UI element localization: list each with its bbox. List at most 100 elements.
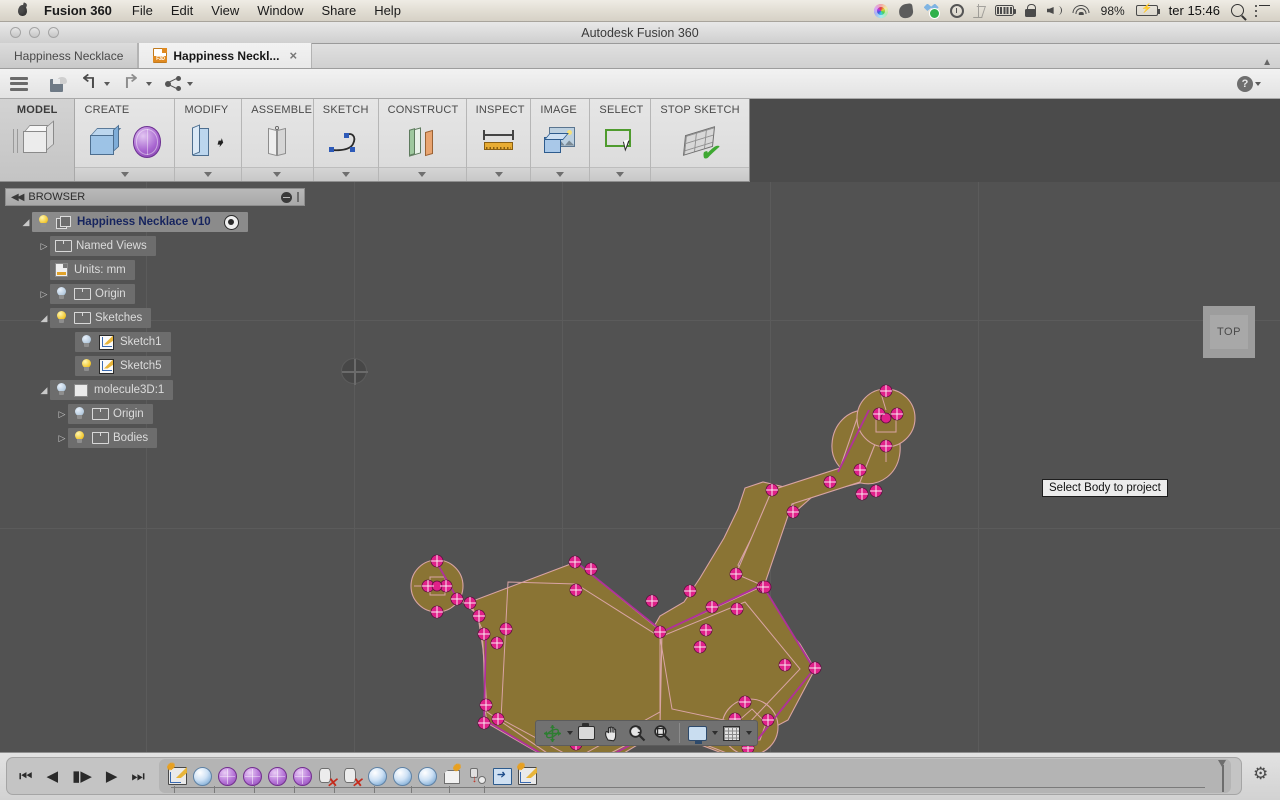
menu-edit[interactable]: Edit <box>171 3 193 18</box>
assemble-dropdown[interactable] <box>242 167 313 181</box>
timeline-feature-extrude-1[interactable] <box>190 763 215 789</box>
timeline-feature-sketch-1[interactable]: ✺ <box>165 763 190 789</box>
create-dropdown[interactable] <box>75 167 175 181</box>
volume-icon[interactable] <box>1047 4 1062 17</box>
step-forward-icon[interactable]: ▮▶ <box>72 769 92 784</box>
modify-dropdown[interactable] <box>175 167 242 181</box>
step-back-icon[interactable]: ◀ <box>47 769 59 784</box>
zoom-window-icon[interactable] <box>650 722 673 744</box>
timeline-marker-icon[interactable] <box>1218 760 1227 792</box>
search-icon[interactable] <box>1231 4 1244 17</box>
redo-arrow-icon[interactable] <box>123 77 140 91</box>
menu-file[interactable]: File <box>132 3 153 18</box>
timemachine-icon[interactable] <box>949 3 964 18</box>
grid-dropdown-icon[interactable] <box>746 731 752 735</box>
canvas-image-icon[interactable] <box>541 123 579 161</box>
menu-app-name[interactable]: Fusion 360 <box>40 3 116 18</box>
expander-icon[interactable]: ▷ <box>38 289 50 300</box>
battery-meter-icon[interactable] <box>994 5 1017 16</box>
tree-item-molecule3d[interactable]: ◢ molecule3D:1 <box>0 378 310 402</box>
visibility-bulb-icon[interactable] <box>55 383 68 397</box>
menu-share[interactable]: Share <box>321 3 356 18</box>
save-cloud-icon[interactable] <box>50 76 67 92</box>
sketch-dropdown[interactable] <box>313 167 378 181</box>
tree-item-named-views[interactable]: ▷ Named Views <box>0 234 310 258</box>
tree-item-molecule-origin[interactable]: ▷ Origin <box>0 402 310 426</box>
go-to-end-icon[interactable]: ⏭ <box>131 769 145 784</box>
panel-resize-grip[interactable] <box>297 192 299 202</box>
tree-item-origin[interactable]: ▷ Origin <box>0 282 310 306</box>
tree-item-sketches[interactable]: ◢ Sketches <box>0 306 310 330</box>
tree-item-sketch1[interactable]: Sketch1 <box>0 330 310 354</box>
orbit-icon[interactable] <box>541 722 564 744</box>
box-icon[interactable] <box>85 123 122 161</box>
expander-icon[interactable]: ◢ <box>38 313 50 324</box>
tab-happiness-necklace-home[interactable]: Happiness Necklace <box>0 43 139 68</box>
orbit-dropdown-icon[interactable] <box>567 731 573 735</box>
visibility-bulb-icon[interactable] <box>73 407 86 421</box>
select-dropdown[interactable] <box>590 167 651 181</box>
workspace-switcher-model[interactable]: MODEL <box>0 99 76 181</box>
spline-icon[interactable] <box>327 123 365 161</box>
image-dropdown[interactable] <box>531 167 590 181</box>
tabstrip-overflow-chevron[interactable]: ▲ <box>1262 57 1280 68</box>
go-to-start-icon[interactable]: ⏮ <box>19 769 33 784</box>
display-dropdown-icon[interactable] <box>712 731 718 735</box>
visibility-bulb-icon[interactable] <box>73 431 86 445</box>
visibility-bulb-icon[interactable] <box>80 335 93 349</box>
timeline-feature-delete-2[interactable]: ✕ <box>340 763 365 789</box>
dropbox-icon[interactable] <box>924 4 940 19</box>
color-wheel-icon[interactable] <box>873 3 888 18</box>
timeline-feature-revolve-1[interactable] <box>215 763 240 789</box>
view-cube[interactable]: TOP <box>1203 306 1255 358</box>
tree-item-sketch5[interactable]: Sketch5 <box>0 354 310 378</box>
select-window-icon[interactable] <box>601 123 639 161</box>
help-icon[interactable]: ? <box>1237 75 1253 92</box>
gear-icon[interactable] <box>1253 764 1270 784</box>
redo-dropdown-icon[interactable] <box>146 81 152 86</box>
menu-help[interactable]: Help <box>374 3 401 18</box>
zoom-icon[interactable] <box>625 722 648 744</box>
activate-target-icon[interactable] <box>223 214 239 230</box>
measure-icon[interactable] <box>480 123 518 161</box>
expander-icon[interactable]: ▷ <box>38 241 50 252</box>
display-settings-icon[interactable] <box>686 722 709 744</box>
timeline-feature-extrude-2[interactable] <box>365 763 390 789</box>
battery-icon[interactable] <box>1135 3 1160 16</box>
lock-icon[interactable] <box>1024 4 1036 17</box>
expander-icon[interactable]: ▷ <box>56 433 68 444</box>
press-pull-icon[interactable]: ➧ <box>189 123 227 161</box>
timeline-feature-combine[interactable]: ✺ <box>440 763 465 789</box>
visibility-bulb-icon[interactable] <box>55 311 68 325</box>
joint-icon[interactable] <box>258 123 296 161</box>
close-icon[interactable]: × <box>289 48 297 63</box>
tab-happiness-necklace-design[interactable]: Happiness Neckl... × <box>138 43 313 68</box>
construction-plane-icon[interactable] <box>403 123 441 161</box>
list-icon[interactable] <box>1255 4 1270 17</box>
bluetooth-icon[interactable] <box>975 3 984 18</box>
visibility-bulb-icon[interactable] <box>80 359 93 373</box>
undo-arrow-icon[interactable] <box>81 77 98 91</box>
help-dropdown-icon[interactable] <box>1255 81 1261 86</box>
hamburger-menu-icon[interactable] <box>10 76 28 91</box>
tree-item-happiness-necklace[interactable]: ◢ Happiness Necklace v10 <box>0 210 310 234</box>
evernote-icon[interactable] <box>897 2 914 19</box>
minimize-icon[interactable] <box>281 191 292 203</box>
expander-icon[interactable]: ◢ <box>38 385 50 396</box>
inspect-dropdown[interactable] <box>466 167 531 181</box>
expander-icon[interactable]: ▷ <box>56 409 68 420</box>
timeline-feature-revolve-2[interactable] <box>240 763 265 789</box>
share-icon[interactable] <box>165 76 181 91</box>
tree-item-bodies[interactable]: ▷ Bodies <box>0 426 310 450</box>
menu-view[interactable]: View <box>211 3 239 18</box>
sphere-icon[interactable] <box>132 125 162 158</box>
play-icon[interactable]: ▶ <box>106 769 118 784</box>
timeline-track[interactable]: ✺ ✕ ✕ ✺ ↓ ✺ <box>158 759 1231 793</box>
expander-icon[interactable]: ◢ <box>20 217 32 228</box>
apple-logo-icon[interactable] <box>14 2 32 20</box>
menu-window[interactable]: Window <box>257 3 303 18</box>
tree-item-units[interactable]: Units: mm <box>0 258 310 282</box>
pan-icon[interactable] <box>600 722 623 744</box>
browser-collapse-icon[interactable]: ◀◀ <box>11 192 24 203</box>
grid-snap-icon[interactable] <box>720 722 743 744</box>
